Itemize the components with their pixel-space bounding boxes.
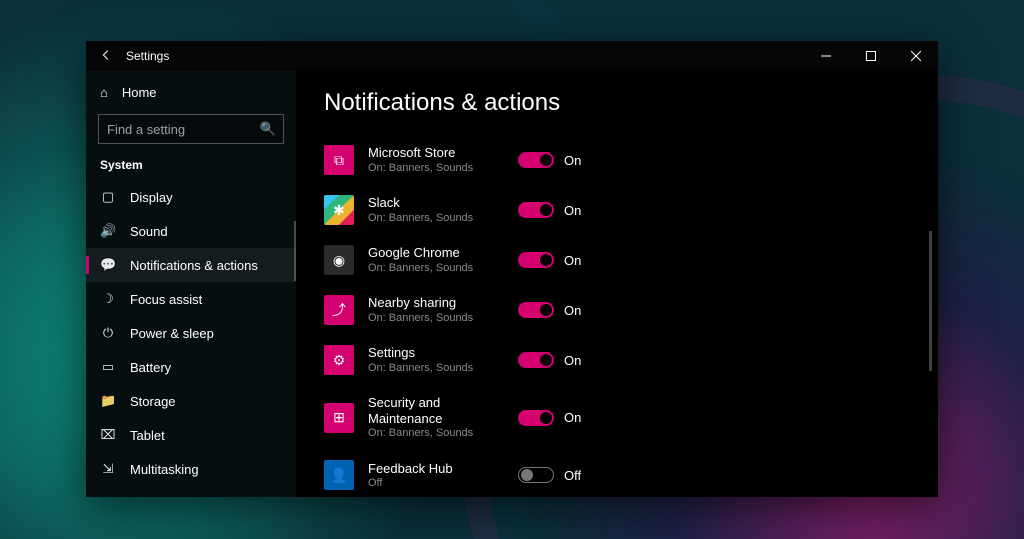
sidebar-item-storage[interactable]: 📁 Storage xyxy=(86,384,296,418)
sidebar-item-label: Notifications & actions xyxy=(130,258,258,273)
app-name: Microsoft Store xyxy=(368,145,518,161)
sidebar-item-multitasking[interactable]: ⇲ Multitasking xyxy=(86,452,296,486)
sidebar-item-notifications-actions[interactable]: 💬 Notifications & actions xyxy=(86,248,296,282)
search-input[interactable] xyxy=(98,114,284,144)
back-button[interactable] xyxy=(86,48,126,65)
app-subtext: Off xyxy=(368,476,518,490)
sidebar-item-label: Sound xyxy=(130,224,168,239)
nav-icon: ☽ xyxy=(100,291,116,307)
app-name: Slack xyxy=(368,195,518,211)
sidebar-item-power-sleep[interactable]: ⏻ Power & sleep xyxy=(86,316,296,350)
toggle-label: On xyxy=(564,410,581,425)
chrome-icon: ◉ xyxy=(324,245,354,275)
titlebar: Settings xyxy=(86,41,938,71)
toggle-label: Off xyxy=(564,468,581,483)
sidebar-item-label: Multitasking xyxy=(130,462,199,477)
page-title: Notifications & actions xyxy=(324,89,938,117)
sidebar-item-focus-assist[interactable]: ☽ Focus assist xyxy=(86,282,296,316)
nav-icon: 📁 xyxy=(100,393,116,409)
app-row-slack[interactable]: ✱ SlackOn: Banners, Sounds On xyxy=(324,185,938,235)
sidebar-item-display[interactable]: ▢ Display xyxy=(86,180,296,214)
window-title: Settings xyxy=(126,49,169,63)
slack-icon: ✱ xyxy=(324,195,354,225)
toggle-feedback[interactable] xyxy=(518,467,554,483)
feedback-icon: 👤 xyxy=(324,460,354,490)
toggle-security[interactable] xyxy=(518,410,554,426)
app-name: Feedback Hub xyxy=(368,461,518,477)
maximize-button[interactable] xyxy=(848,41,893,71)
nav-icon: 💬 xyxy=(100,257,116,273)
sidebar-item-label: Display xyxy=(130,190,173,205)
settings-icon: ⚙ xyxy=(324,345,354,375)
app-subtext: On: Banners, Sounds xyxy=(368,161,518,175)
sidebar-item-label: Power & sleep xyxy=(130,326,214,341)
app-row-chrome[interactable]: ◉ Google ChromeOn: Banners, Sounds On xyxy=(324,235,938,285)
toggle-chrome[interactable] xyxy=(518,252,554,268)
app-list: ⧉Microsoft StoreOn: Banners, SoundsOn✱Sl… xyxy=(324,135,938,497)
toggle-store[interactable] xyxy=(518,152,554,168)
app-subtext: On: Banners, Sounds xyxy=(368,261,518,275)
nav-icon: ⇲ xyxy=(100,461,116,477)
settings-window: Settings ⌂ Home 🔍 System ▢Display🔊S xyxy=(86,41,938,497)
sidebar-item-label: Tablet xyxy=(130,428,165,443)
app-name: Security and Maintenance xyxy=(368,395,518,426)
toggle-nearby[interactable] xyxy=(518,302,554,318)
app-name: Google Chrome xyxy=(368,245,518,261)
sidebar-item-battery[interactable]: ▭ Battery xyxy=(86,350,296,384)
app-row-settings[interactable]: ⚙ SettingsOn: Banners, Sounds On xyxy=(324,335,938,385)
app-row-store[interactable]: ⧉ Microsoft StoreOn: Banners, Sounds On xyxy=(324,135,938,185)
sidebar-nav: ▢ Display 🔊 Sound 💬 Notifications & actions ☽ F… xyxy=(86,180,296,497)
nav-icon: ⏻ xyxy=(100,325,116,341)
nearby-icon: ⤴ xyxy=(324,295,354,325)
store-icon: ⧉ xyxy=(324,145,354,175)
sidebar-home[interactable]: ⌂ Home xyxy=(86,77,296,108)
toggle-label: On xyxy=(564,153,581,168)
nav-icon: ▢ xyxy=(100,189,116,205)
home-label: Home xyxy=(122,85,157,100)
sidebar-item-sound[interactable]: 🔊 Sound xyxy=(86,214,296,248)
app-name: Settings xyxy=(368,345,518,361)
sidebar: ⌂ Home 🔍 System ▢ Display 🔊 Sound 💬 Notificat… xyxy=(86,71,296,497)
search-icon: 🔍 xyxy=(260,121,276,137)
app-subtext: On: Banners, Sounds xyxy=(368,361,518,375)
security-icon: ⊞ xyxy=(324,403,354,433)
app-subtext: On: Banners, Sounds xyxy=(368,211,518,225)
app-row-feedback[interactable]: 👤Feedback HubOffOff xyxy=(324,450,938,497)
app-subtext: On: Banners, Sounds xyxy=(368,311,518,325)
nav-icon: ⌧ xyxy=(100,427,116,443)
toggle-label: On xyxy=(564,253,581,268)
toggle-slack[interactable] xyxy=(518,202,554,218)
app-row-security[interactable]: ⊞ Security and MaintenanceOn: Banners, So… xyxy=(324,385,938,450)
sidebar-item-label: Battery xyxy=(130,360,171,375)
toggle-label: On xyxy=(564,303,581,318)
nav-icon: ▭ xyxy=(100,359,116,375)
app-row-nearby[interactable]: ⤴ Nearby sharingOn: Banners, Sounds On xyxy=(324,285,938,335)
close-button[interactable] xyxy=(893,41,938,71)
toggle-label: On xyxy=(564,203,581,218)
minimize-button[interactable] xyxy=(803,41,848,71)
scrollbar[interactable] xyxy=(929,231,932,371)
sidebar-item-tablet[interactable]: ⌧ Tablet xyxy=(86,418,296,452)
nav-icon: 🔊 xyxy=(100,223,116,239)
app-subtext: On: Banners, Sounds xyxy=(368,426,518,440)
content-pane: Notifications & actions ⧉ Microsoft Store… xyxy=(296,71,938,497)
toggle-label: On xyxy=(564,353,581,368)
sidebar-item-label: Storage xyxy=(130,394,176,409)
sidebar-section-label: System xyxy=(86,154,296,180)
app-name: Nearby sharing xyxy=(368,295,518,311)
sidebar-item-label: Focus assist xyxy=(130,292,202,307)
toggle-settings[interactable] xyxy=(518,352,554,368)
home-icon: ⌂ xyxy=(100,85,108,100)
